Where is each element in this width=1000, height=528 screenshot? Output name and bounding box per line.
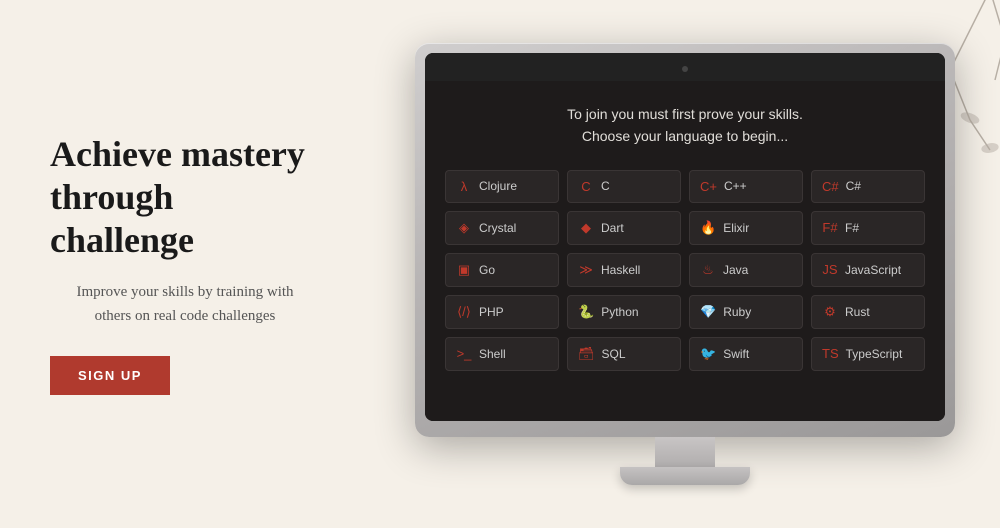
lang-label-rust: Rust [845,305,870,319]
swift-icon: 🐦 [700,346,716,362]
signup-button[interactable]: SIGN UP [50,356,170,395]
lang-btn-python[interactable]: 🐍 Python [567,295,681,329]
sql-icon: 🗃 [578,346,595,362]
lang-label-haskell: Haskell [601,263,640,277]
lang-btn-dart[interactable]: ◆ Dart [567,211,681,245]
monitor-neck [655,437,715,467]
dart-icon: ◆ [578,220,594,236]
rust-icon: ⚙ [822,304,838,320]
lang-btn-typescript[interactable]: TS TypeScript [811,337,925,371]
lang-label-cpp: C++ [724,179,747,193]
lang-label-swift: Swift [723,347,749,361]
lang-btn-haskell[interactable]: ≫ Haskell [567,253,681,287]
lang-btn-crystal[interactable]: ◈ Crystal [445,211,559,245]
lang-label-clojure: Clojure [479,179,517,193]
lang-btn-rust[interactable]: ⚙ Rust [811,295,925,329]
screen-prompt-line2: Choose your language to begin... [445,125,925,147]
cpp-icon: C+ [700,179,717,194]
screen-prompt-line1: To join you must first prove your skills… [445,103,925,125]
lang-btn-ruby[interactable]: 💎 Ruby [689,295,803,329]
lang-label-go: Go [479,263,495,277]
monitor-camera [425,53,945,81]
language-grid: λ Clojure CC C+ C++ C# C# ◈ Crystal ◆ Dart 🔥 Elixir F… [445,170,925,371]
lang-label-sql: SQL [602,347,626,361]
monitor-outer: To join you must first prove your skills… [415,43,955,437]
monitor-bezel: To join you must first prove your skills… [425,53,945,421]
lang-btn-javascript[interactable]: JS JavaScript [811,253,925,287]
lang-label-php: PHP [479,305,504,319]
camera-dot [682,66,688,72]
lang-label-fsharp: F# [845,221,859,235]
lang-btn-go[interactable]: ▣ Go [445,253,559,287]
shell-icon: >_ [456,346,472,361]
javascript-icon: JS [822,262,838,277]
lang-label-elixir: Elixir [723,221,749,235]
lang-label-csharp: C# [846,179,861,193]
lang-label-typescript: TypeScript [846,347,903,361]
monitor: To join you must first prove your skills… [415,43,955,485]
lang-label-javascript: JavaScript [845,263,901,277]
go-icon: ▣ [456,262,472,278]
lang-label-ruby: Ruby [723,305,751,319]
right-panel: To join you must first prove your skills… [370,0,1000,528]
monitor-screen: To join you must first prove your skills… [425,81,945,421]
lang-label-crystal: Crystal [479,221,516,235]
fsharp-icon: F# [822,220,838,235]
lang-btn-elixir[interactable]: 🔥 Elixir [689,211,803,245]
lang-btn-csharp[interactable]: C# C# [811,170,925,203]
php-icon: ⟨/⟩ [456,304,472,320]
lang-label-shell: Shell [479,347,506,361]
lang-btn-clojure[interactable]: λ Clojure [445,170,559,203]
typescript-icon: TS [822,346,839,361]
haskell-icon: ≫ [578,262,594,278]
lang-btn-fsharp[interactable]: F# F# [811,211,925,245]
lang-btn-cpp[interactable]: C+ C++ [689,170,803,203]
lang-btn-shell[interactable]: >_ Shell [445,337,559,371]
lang-label-dart: Dart [601,221,624,235]
left-panel: Achieve mastery through challenge Improv… [0,0,370,528]
lang-btn-swift[interactable]: 🐦 Swift [689,337,803,371]
lang-btn-php[interactable]: ⟨/⟩ PHP [445,295,559,329]
lang-btn-sql[interactable]: 🗃 SQL [567,337,681,371]
subtitle: Improve your skills by training with oth… [50,280,320,328]
headline: Achieve mastery through challenge [50,133,320,263]
lang-label-java: Java [723,263,748,277]
lang-label-c: C [601,179,610,193]
java-icon: ♨ [700,262,716,278]
monitor-base [620,467,750,485]
clojure-icon: λ [456,179,472,194]
lang-btn-java[interactable]: ♨ Java [689,253,803,287]
crystal-icon: ◈ [456,220,472,236]
screen-prompt: To join you must first prove your skills… [445,103,925,148]
c-icon: C [578,179,594,194]
lang-label-python: Python [601,305,638,319]
csharp-icon: C# [822,179,839,194]
lang-btn-c[interactable]: CC [567,170,681,203]
python-icon: 🐍 [578,304,594,320]
ruby-icon: 💎 [700,304,716,320]
elixir-icon: 🔥 [700,220,716,236]
